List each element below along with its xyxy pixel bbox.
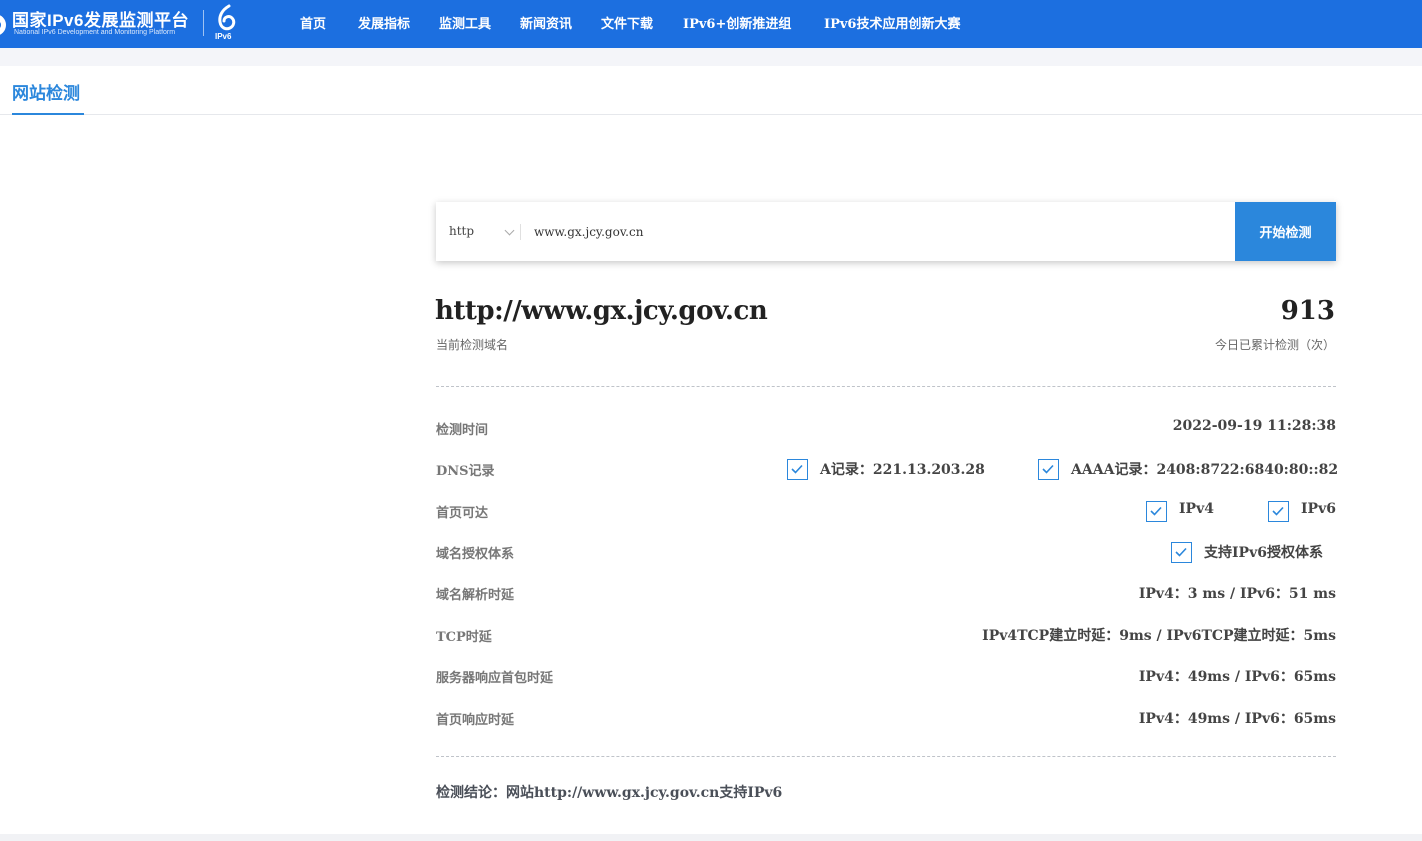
- nav-item-ipv6-competition[interactable]: IPv6技术应用创新大赛: [824, 13, 960, 32]
- row-value: IPv4：49ms / IPv6：65ms: [1138, 669, 1336, 685]
- row-homepage-reachable: 首页可达 IPv4 IPv6: [436, 500, 1336, 522]
- check-icon: [1042, 464, 1054, 474]
- a-record-checkbox[interactable]: [787, 459, 808, 480]
- today-check-count-caption: 今日已累计检测（次）: [1214, 338, 1335, 352]
- row-homepage-latency: 首页响应时延 IPv4：49ms / IPv6：65ms: [436, 707, 1336, 729]
- row-dns-records: DNS记录 A记录：221.13.203.28 AAAA记录：2408:8722…: [436, 458, 1339, 480]
- row-value: IPv4：3 ms / IPv6：51 ms: [1138, 586, 1336, 602]
- row-label: 域名授权体系: [436, 547, 515, 562]
- logo-emblem-icon: [0, 14, 6, 36]
- nav-item-downloads[interactable]: 文件下载: [601, 13, 653, 32]
- aaaa-record-text: AAAA记录：2408:8722:6840:80::82: [1071, 462, 1339, 478]
- divider: [436, 756, 1336, 757]
- tab-bar: 网站检测: [0, 66, 1422, 115]
- logo-subtitle: National IPv6 Development and Monitoring…: [14, 29, 176, 36]
- row-value: 2022-09-19 11:28:38: [1172, 418, 1336, 434]
- auth-ipv6-checkbox[interactable]: [1171, 542, 1192, 563]
- logo-mark-text: IPv6: [215, 32, 232, 41]
- dns-aaaa-record: AAAA记录：2408:8722:6840:80::82: [1038, 458, 1339, 480]
- row-label: DNS记录: [436, 464, 495, 479]
- check-conclusion: 检测结论：网站http://www.gx.jcy.gov.cn支持IPv6: [436, 785, 783, 801]
- chevron-down-icon: [504, 225, 515, 236]
- divider: [436, 386, 1336, 387]
- nav-item-home[interactable]: 首页: [300, 13, 326, 32]
- checked-domain: http://www.gx.jcy.gov.cn: [435, 296, 768, 326]
- footer-strip: [0, 834, 1422, 841]
- header-sub-strip: [0, 48, 1422, 66]
- row-label: 检测时间: [436, 423, 489, 438]
- today-check-count: 913: [1280, 296, 1335, 326]
- row-check-time: 检测时间 2022-09-19 11:28:38: [436, 417, 1336, 439]
- checked-domain-caption: 当前检测域名: [436, 338, 509, 352]
- aaaa-record-checkbox[interactable]: [1038, 459, 1059, 480]
- check-icon: [1150, 506, 1162, 516]
- nav-item-monitoring-tools[interactable]: 监测工具: [439, 13, 491, 32]
- row-domain-authority: 域名授权体系 支持IPv6授权体系: [436, 541, 1336, 563]
- top-navigation-bar: 国家IPv6发展监测平台 National IPv6 Development a…: [0, 0, 1422, 48]
- row-first-packet-latency: 服务器响应首包时延 IPv4：49ms / IPv6：65ms: [436, 665, 1336, 687]
- homepage-ipv4-text: IPv4: [1179, 501, 1214, 517]
- nav-item-ipv6-plus-group[interactable]: IPv6+创新推进组: [683, 13, 791, 32]
- logo-name: 国家IPv6发展监测平台: [12, 11, 189, 30]
- auth-ipv6-text: 支持IPv6授权体系: [1204, 545, 1323, 561]
- url-input[interactable]: [534, 220, 1224, 244]
- row-tcp-latency: TCP时延 IPv4TCP建立时延：9ms / IPv6TCP建立时延：5ms: [436, 624, 1336, 646]
- check-form: http 开始检测: [436, 202, 1336, 261]
- logo-divider: [203, 10, 204, 36]
- homepage-ipv6: IPv6: [1268, 500, 1336, 522]
- row-label: TCP时延: [436, 630, 492, 645]
- nav-item-indicators[interactable]: 发展指标: [358, 13, 410, 32]
- ipv6-mark-icon: [218, 4, 236, 31]
- start-check-button[interactable]: 开始检测: [1235, 202, 1336, 261]
- protocol-select[interactable]: http: [449, 224, 519, 242]
- row-label: 首页可达: [436, 506, 489, 521]
- homepage-ipv4: IPv4: [1146, 500, 1226, 522]
- row-label: 域名解析时延: [436, 588, 515, 603]
- dns-a-record: A记录：221.13.203.28: [787, 458, 997, 480]
- platform-logo[interactable]: 国家IPv6发展监测平台 National IPv6 Development a…: [0, 4, 240, 42]
- row-value: IPv4TCP建立时延：9ms / IPv6TCP建立时延：5ms: [982, 628, 1336, 644]
- protocol-separator: [520, 224, 521, 240]
- auth-ipv6-support: 支持IPv6授权体系: [1171, 541, 1336, 563]
- row-label: 首页响应时延: [436, 713, 515, 728]
- a-record-text: A记录：221.13.203.28: [820, 462, 985, 478]
- nav-item-news[interactable]: 新闻资讯: [520, 13, 572, 32]
- row-dns-latency: 域名解析时延 IPv4：3 ms / IPv6：51 ms: [436, 582, 1336, 604]
- check-icon: [1272, 506, 1284, 516]
- tab-website-check[interactable]: 网站检测: [12, 79, 84, 115]
- homepage-ipv6-checkbox[interactable]: [1268, 501, 1289, 522]
- check-icon: [1175, 547, 1187, 557]
- homepage-ipv6-text: IPv6: [1301, 501, 1336, 517]
- row-value: IPv4：49ms / IPv6：65ms: [1138, 711, 1336, 727]
- homepage-ipv4-checkbox[interactable]: [1146, 501, 1167, 522]
- check-icon: [791, 464, 803, 474]
- row-label: 服务器响应首包时延: [436, 671, 554, 686]
- protocol-select-value: http: [449, 224, 475, 238]
